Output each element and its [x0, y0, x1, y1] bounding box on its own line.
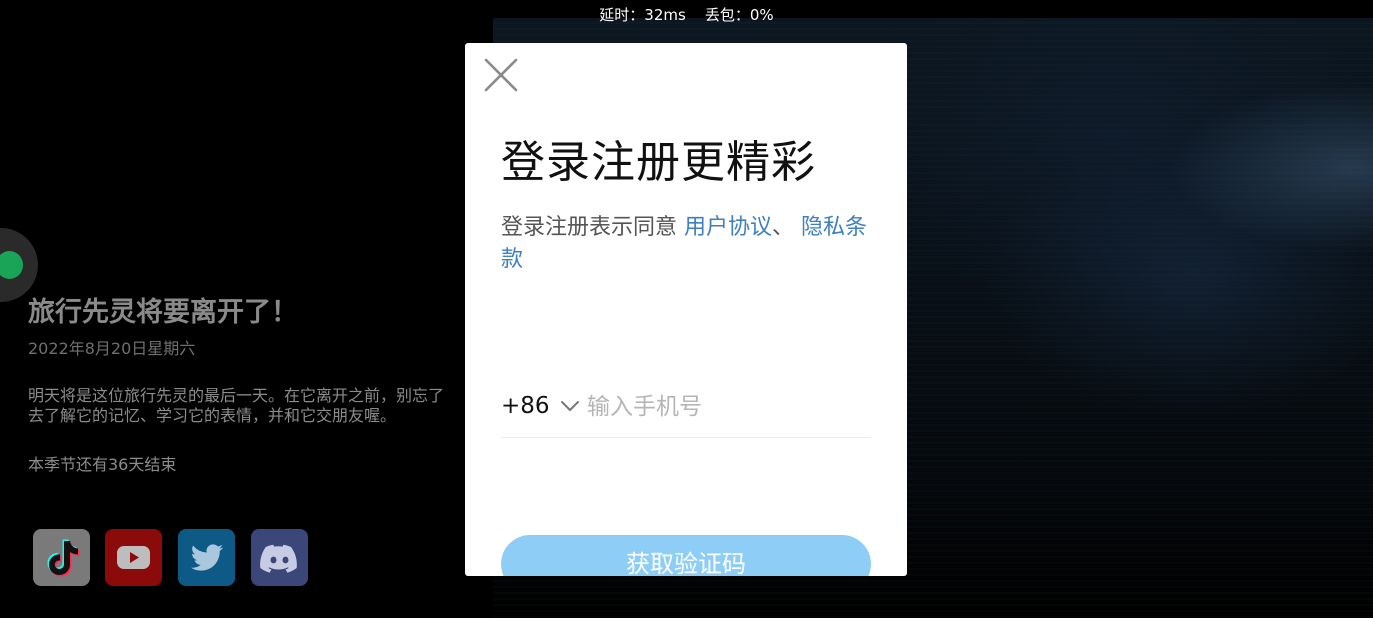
youtube-icon — [117, 546, 150, 569]
country-code-selector[interactable]: +86 — [501, 391, 550, 421]
tiktok-button[interactable] — [33, 529, 90, 586]
tiktok-icon — [47, 539, 80, 577]
event-date: 2022年8月20日星期六 — [28, 339, 196, 358]
agreement-text: 登录注册表示同意 用户协议、 隐私条款 — [501, 212, 871, 276]
agreement-prefix: 登录注册表示同意 — [501, 215, 684, 240]
status-dot-icon — [0, 251, 23, 279]
twitter-icon — [190, 544, 223, 571]
get-verification-code-button[interactable]: 获取验证码 — [501, 535, 871, 576]
discord-icon — [260, 544, 297, 573]
dialog-title: 登录注册更精彩 — [501, 137, 816, 188]
phone-field-row: +86 — [501, 383, 871, 438]
network-status: 延时：32ms 丢包：0% — [599, 6, 774, 24]
user-agreement-link[interactable]: 用户协议 — [684, 215, 772, 240]
youtube-button[interactable] — [105, 529, 162, 586]
phone-number-input[interactable] — [587, 387, 867, 427]
season-countdown: 本季节还有36天结束 — [28, 455, 177, 474]
chevron-down-icon[interactable] — [559, 393, 581, 419]
close-button[interactable] — [483, 57, 519, 93]
agreement-separator: 、 — [772, 215, 802, 240]
login-dialog: 登录注册更精彩 登录注册表示同意 用户协议、 隐私条款 +86 获取验证码 — [465, 43, 907, 576]
discord-button[interactable] — [251, 529, 308, 586]
event-description: 明天将是这位旅行先灵的最后一天。在它离开之前，别忘了去了解它的记忆、学习它的表情… — [28, 386, 445, 425]
game-screen: 延时：32ms 丢包：0% 旅行先灵将要离开了！ 2022年8月20日星期六 明… — [0, 0, 1373, 618]
twitter-button[interactable] — [178, 529, 235, 586]
event-info-panel: 旅行先灵将要离开了！ 2022年8月20日星期六 明天将是这位旅行先灵的最后一天… — [28, 294, 448, 476]
event-title: 旅行先灵将要离开了！ — [28, 297, 298, 328]
close-icon — [484, 58, 518, 92]
